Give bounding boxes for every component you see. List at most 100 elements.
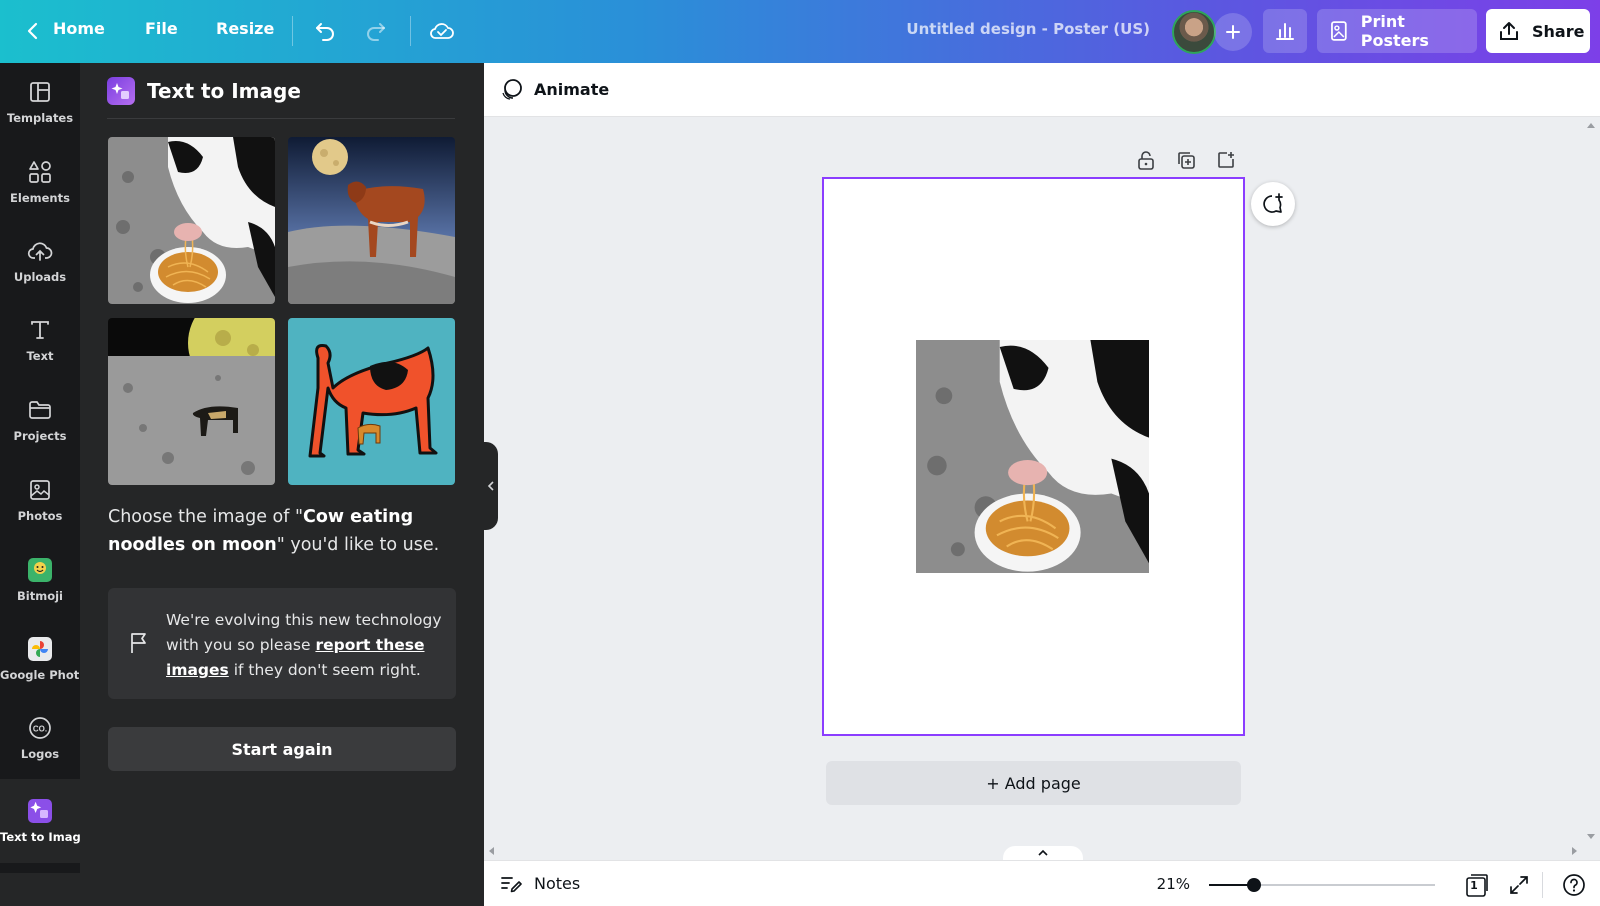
- flag-icon: [130, 632, 148, 658]
- animate-button[interactable]: Animate: [500, 77, 609, 101]
- toolbar-divider: [410, 16, 411, 46]
- animate-icon: [502, 79, 522, 100]
- add-page-icon[interactable]: [1214, 148, 1238, 172]
- rail-item-text-to-image[interactable]: Text to Image: [0, 779, 80, 863]
- rail-item-templates[interactable]: Templates: [0, 63, 80, 141]
- file-menu-button[interactable]: File: [145, 19, 178, 38]
- share-icon: [1500, 22, 1518, 40]
- notes-label: Notes: [534, 873, 581, 893]
- insights-button[interactable]: [1263, 9, 1307, 53]
- help-icon[interactable]: [1561, 872, 1587, 898]
- plus-icon: [1226, 25, 1240, 39]
- add-comment-button[interactable]: [1251, 182, 1295, 226]
- add-collaborator-button[interactable]: [1214, 13, 1252, 51]
- generated-image-option-2[interactable]: [288, 137, 455, 304]
- print-posters-button[interactable]: Print Posters: [1317, 9, 1477, 53]
- rail-item-uploads[interactable]: Uploads: [0, 222, 80, 300]
- fullscreen-icon[interactable]: [1506, 872, 1532, 898]
- rail-item-projects[interactable]: Projects: [0, 381, 80, 459]
- editor-footer: Notes 21% 1: [484, 860, 1600, 906]
- rail-more[interactable]: [0, 873, 80, 906]
- feedback-notice: We're evolving this new technology with …: [108, 588, 456, 699]
- photos-icon: [27, 477, 53, 503]
- lock-icon[interactable]: [1134, 148, 1158, 172]
- templates-icon: [27, 79, 53, 105]
- google-photos-icon: [27, 636, 53, 662]
- side-navigation: Templates Elements Uploads Text Projects…: [0, 63, 80, 906]
- rail-label: Photos: [17, 509, 63, 523]
- rail-item-elements[interactable]: Elements: [0, 143, 80, 221]
- chevron-left-icon: [487, 481, 494, 491]
- notes-button[interactable]: Notes: [500, 873, 580, 893]
- generated-image-option-3[interactable]: [108, 318, 275, 485]
- undo-icon[interactable]: [311, 17, 339, 45]
- resize-button[interactable]: Resize: [216, 19, 274, 38]
- notes-icon: [501, 877, 522, 893]
- chevron-left-icon[interactable]: [20, 18, 44, 44]
- feedback-suffix: if they don't seem right.: [228, 661, 421, 679]
- chevron-up-icon: [1038, 849, 1048, 856]
- share-button[interactable]: Share: [1486, 9, 1590, 53]
- redo-icon[interactable]: [362, 17, 390, 45]
- zoom-slider[interactable]: [1209, 878, 1435, 892]
- start-again-button[interactable]: Start again: [108, 727, 456, 771]
- text-to-image-icon: [27, 798, 53, 824]
- svg-text:CO.: CO.: [33, 725, 47, 734]
- folder-icon: [27, 397, 53, 423]
- rail-item-bitmoji[interactable]: Bitmoji: [0, 541, 80, 619]
- divider: [107, 118, 455, 119]
- cloud-saved-icon[interactable]: [428, 17, 456, 45]
- print-posters-label: Print Posters: [1360, 12, 1429, 50]
- rail-label: Elements: [10, 191, 70, 205]
- choose-image-instructions: Choose the image of "Cow eating noodles …: [108, 503, 468, 559]
- rail-item-photos[interactable]: Photos: [0, 461, 80, 539]
- panel-header: Text to Image: [107, 77, 301, 105]
- comment-plus-icon: [1263, 193, 1283, 213]
- animate-label: Animate: [534, 79, 610, 99]
- rail-label: Text: [26, 349, 54, 363]
- elements-icon: [27, 159, 53, 185]
- duplicate-page-icon[interactable]: [1174, 148, 1198, 172]
- page-count: 1: [1470, 879, 1478, 892]
- poster-icon: [1331, 21, 1347, 41]
- text-icon: [27, 317, 53, 343]
- expand-pages-handle[interactable]: [1003, 846, 1083, 860]
- rail-item-text[interactable]: Text: [0, 301, 80, 379]
- placed-cow-image[interactable]: [916, 340, 1149, 573]
- generated-image-option-1[interactable]: [108, 137, 275, 304]
- panel-title: Text to Image: [147, 79, 301, 103]
- bar-chart-icon: [1276, 23, 1294, 40]
- rail-label: Bitmoji: [17, 589, 63, 603]
- home-button[interactable]: Home: [53, 19, 105, 38]
- page-count-button[interactable]: 1: [1462, 872, 1492, 898]
- rail-item-logos[interactable]: CO. Logos: [0, 699, 80, 777]
- avatar[interactable]: [1172, 10, 1216, 54]
- rail-label: Projects: [13, 429, 67, 443]
- footer-divider: [1542, 872, 1543, 898]
- rail-label: Text to Image: [0, 830, 80, 844]
- rail-label: Templates: [6, 111, 74, 125]
- top-toolbar: Home File Resize Untitled design - Poste…: [0, 0, 1600, 63]
- text-to-image-icon: [107, 77, 135, 105]
- zoom-slider-handle[interactable]: [1247, 878, 1261, 892]
- collapse-panel-handle[interactable]: [484, 442, 498, 530]
- choose-suffix: " you'd like to use.: [276, 535, 440, 555]
- feedback-text: We're evolving this new technology with …: [166, 608, 456, 683]
- rail-label: Uploads: [13, 270, 67, 284]
- rail-item-google-photos[interactable]: Google Phot...: [0, 620, 80, 698]
- vertical-scrollbar[interactable]: [1582, 117, 1600, 845]
- choose-prefix: Choose the image of ": [108, 507, 304, 527]
- toolbar-divider: [292, 16, 293, 46]
- bitmoji-icon: [27, 557, 53, 583]
- uploads-icon: [27, 238, 53, 264]
- logos-icon: CO.: [27, 715, 53, 741]
- rail-label: Logos: [20, 747, 60, 761]
- share-label: Share: [1532, 21, 1585, 41]
- add-page-button[interactable]: + Add page: [826, 761, 1241, 805]
- generated-image-option-4[interactable]: [288, 318, 455, 485]
- editor-context-toolbar: Animate: [484, 63, 1600, 117]
- rail-label: Google Phot...: [0, 668, 80, 682]
- zoom-level[interactable]: 21%: [1144, 875, 1190, 893]
- design-title[interactable]: Untitled design - Poster (US): [880, 20, 1150, 38]
- text-to-image-panel: Text to Image Choose the image of "Cow e…: [80, 63, 484, 906]
